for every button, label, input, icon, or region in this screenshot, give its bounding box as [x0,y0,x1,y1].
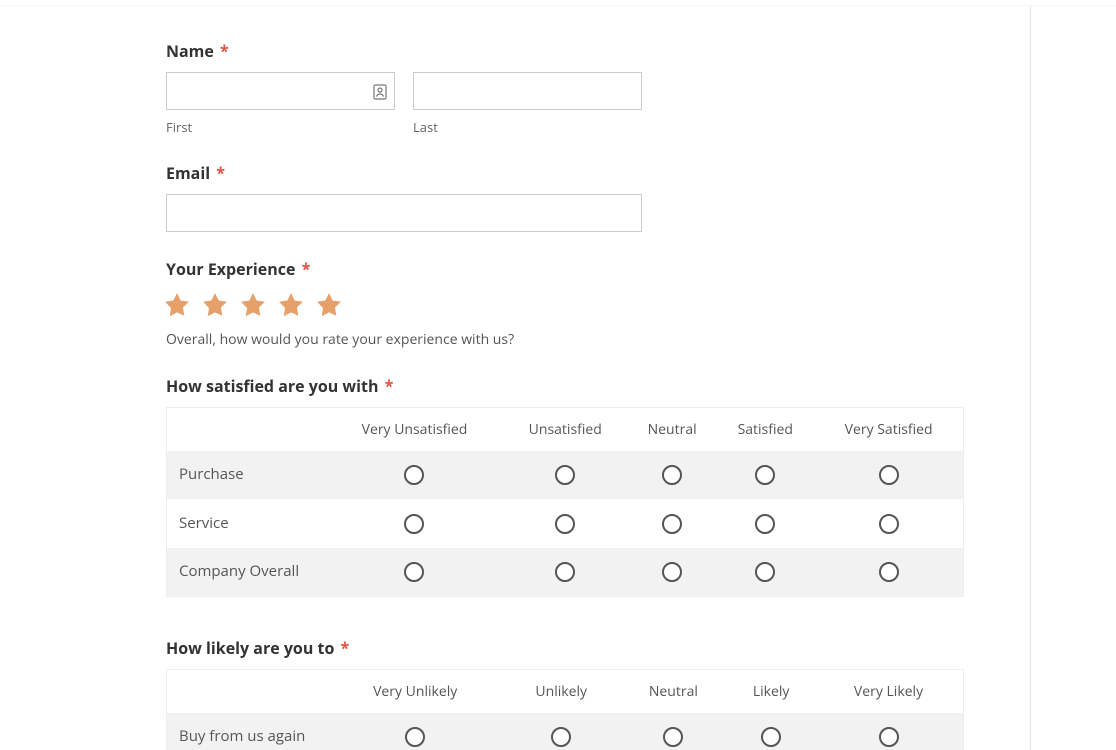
contact-card-icon [373,83,387,99]
satisfaction-label-text: How satisfied are you with [166,375,378,397]
matrix-column-header: Very Unsatisfied [327,408,503,452]
matrix-column-header: Neutral [628,408,716,452]
star-icon[interactable] [238,290,268,320]
matrix-row-header: Buy from us again [167,713,327,750]
star-rating[interactable] [162,290,872,320]
matrix-radio[interactable] [879,727,899,747]
matrix-radio[interactable] [761,727,781,747]
satisfaction-label: How satisfied are you with * [166,375,872,397]
matrix-radio[interactable] [755,514,775,534]
experience-label-text: Your Experience [166,258,295,280]
name-label-text: Name [166,40,214,62]
name-label: Name * [166,40,872,62]
first-name-input[interactable] [166,72,395,110]
table-row: Purchase [167,451,964,499]
star-icon[interactable] [276,290,306,320]
matrix-radio[interactable] [662,465,682,485]
likelihood-matrix-block: How likely are you to * Very UnlikelyUnl… [166,637,872,750]
matrix-radio[interactable] [755,562,775,582]
email-label: Email * [166,162,872,184]
matrix-radio[interactable] [555,562,575,582]
matrix-column-header: Neutral [619,669,729,713]
matrix-column-header: Satisfied [716,408,814,452]
experience-description: Overall, how would you rate your experie… [166,330,872,349]
email-input[interactable] [166,194,642,232]
required-marker: * [341,637,350,659]
likelihood-matrix: Very UnlikelyUnlikelyNeutralLikelyVery L… [166,669,964,750]
star-icon[interactable] [200,290,230,320]
matrix-radio[interactable] [405,727,425,747]
matrix-radio[interactable] [555,514,575,534]
required-marker: * [302,258,311,280]
email-label-text: Email [166,162,210,184]
matrix-column-header: Very Unlikely [327,669,504,713]
experience-label: Your Experience * [166,258,872,280]
matrix-column-header: Very Likely [814,669,963,713]
matrix-row-header: Purchase [167,451,327,499]
last-sublabel: Last [413,118,642,136]
likelihood-label-text: How likely are you to [166,637,334,659]
matrix-radio[interactable] [555,465,575,485]
table-row: Service [167,499,964,547]
matrix-column-header: Likely [728,669,814,713]
matrix-radio[interactable] [551,727,571,747]
matrix-radio[interactable] [404,562,424,582]
satisfaction-matrix-block: How satisfied are you with * Very Unsati… [166,375,872,597]
star-icon[interactable] [162,290,192,320]
matrix-radio[interactable] [404,465,424,485]
matrix-radio[interactable] [879,514,899,534]
table-row: Buy from us again [167,713,964,750]
name-field: Name * [166,40,872,136]
likelihood-label: How likely are you to * [166,637,872,659]
required-marker: * [220,40,229,62]
matrix-radio[interactable] [662,562,682,582]
matrix-radio[interactable] [879,562,899,582]
email-field: Email * [166,162,872,232]
required-marker: * [385,375,394,397]
required-marker: * [216,162,225,184]
matrix-radio[interactable] [755,465,775,485]
matrix-row-header: Company Overall [167,548,327,597]
matrix-column-header: Very Satisfied [814,408,963,452]
matrix-column-header: Unlikely [504,669,619,713]
star-icon[interactable] [314,290,344,320]
matrix-radio[interactable] [662,514,682,534]
matrix-row-header: Service [167,499,327,547]
table-row: Company Overall [167,548,964,597]
first-sublabel: First [166,118,395,136]
experience-field: Your Experience * Overall, how would you… [166,258,872,349]
last-name-input[interactable] [413,72,642,110]
matrix-radio[interactable] [663,727,683,747]
matrix-radio[interactable] [404,514,424,534]
matrix-radio[interactable] [879,465,899,485]
matrix-column-header: Unsatisfied [502,408,628,452]
satisfaction-matrix: Very UnsatisfiedUnsatisfiedNeutralSatisf… [166,407,964,597]
